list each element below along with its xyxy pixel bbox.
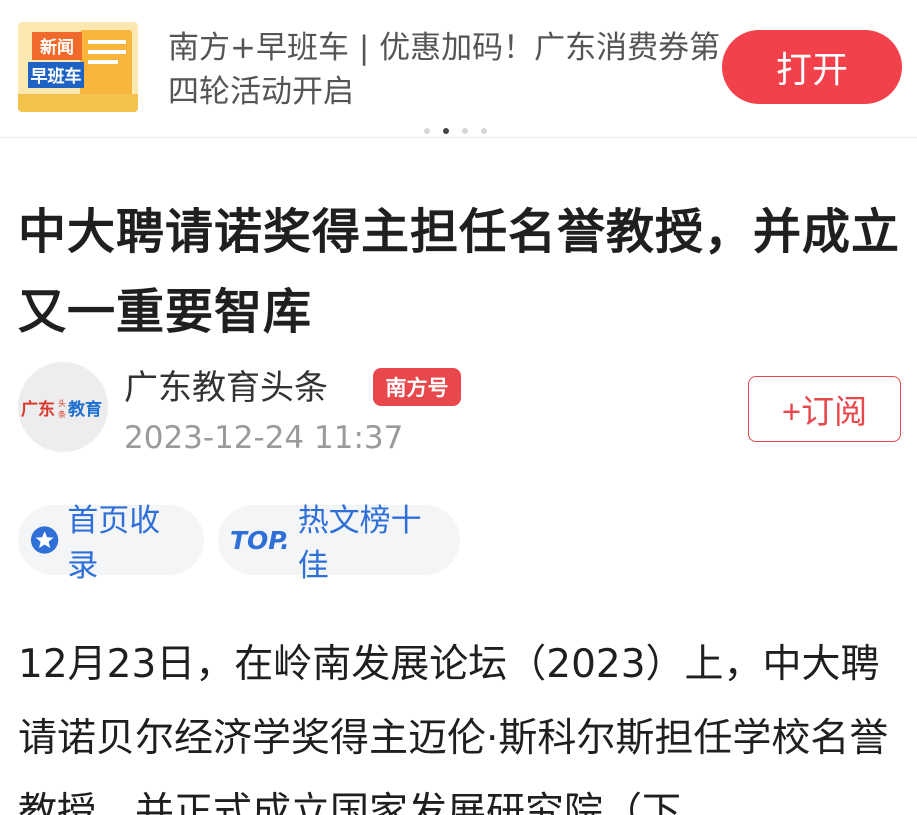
tag-label: 首页收录: [67, 503, 161, 584]
publish-date: 2023-12-24 11:37: [124, 420, 404, 456]
guangdong-education-logo-icon: 广东 头 条 教育: [21, 398, 102, 420]
author-avatar[interactable]: 广东 头 条 教育: [18, 362, 108, 452]
star-circle-icon: [30, 526, 59, 554]
author-name[interactable]: 广东教育头条: [124, 364, 328, 412]
news-bus-thumbnail-icon: 新闻 早班车: [18, 22, 138, 112]
nanfang-badge: 南方号: [373, 368, 461, 406]
article-paragraph: 12月23日，在岭南发展论坛（2023）上，中大聘请诺贝尔经济学奖得主迈伦·斯科…: [18, 642, 889, 815]
banner-thumbnail[interactable]: 新闻 早班车: [18, 22, 138, 112]
svg-text:广东: 广东: [21, 399, 55, 420]
tag-homepage-collected[interactable]: 首页收录: [18, 503, 204, 584]
article-headline: 中大聘请诺奖得主担任名誉教授，并成立又一重要智库: [18, 204, 901, 340]
svg-text:教育: 教育: [67, 399, 102, 420]
svg-text:头: 头: [58, 398, 66, 408]
pager-dot[interactable]: [424, 128, 430, 134]
subscribe-button[interactable]: +订阅: [748, 376, 901, 442]
tag-label: 热文榜十佳: [297, 503, 422, 584]
pager-dot[interactable]: [481, 128, 487, 134]
tag-top-ten[interactable]: TOP. 热文榜十佳: [218, 503, 460, 584]
thumb-text-2: 早班车: [31, 66, 82, 87]
app-open-banner[interactable]: 新闻 早班车 南方+早班车 | 优惠加码！广东消费券第四轮活动开启 打开: [0, 0, 917, 138]
banner-pager: [424, 128, 487, 134]
open-app-button[interactable]: 打开: [722, 30, 902, 104]
svg-text:条: 条: [58, 409, 66, 419]
pager-dot-active[interactable]: [443, 128, 449, 134]
thumb-text-1: 新闻: [40, 37, 74, 58]
top-rank-icon: TOP.: [230, 525, 290, 555]
pager-dot[interactable]: [462, 128, 468, 134]
banner-title[interactable]: 南方+早班车 | 优惠加码！广东消费券第四轮活动开启: [168, 26, 723, 114]
